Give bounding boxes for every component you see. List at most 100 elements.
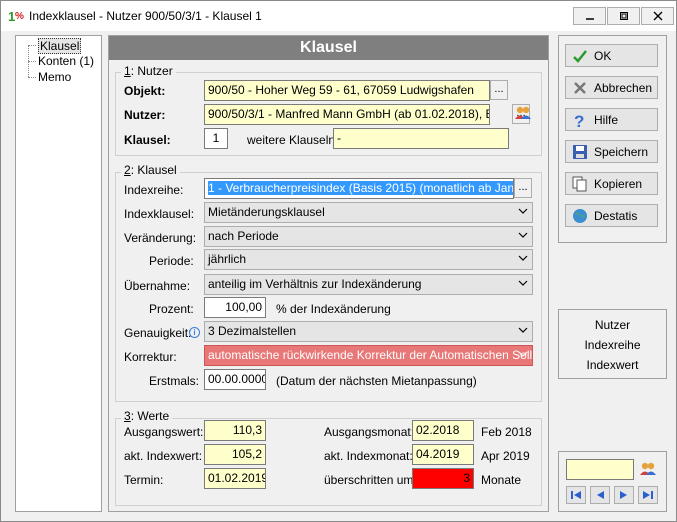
weitere-klauseln-label: weitere Klauseln: xyxy=(247,133,339,147)
chevron-down-icon xyxy=(518,255,528,261)
abbrechen-button[interactable]: Abbrechen xyxy=(565,76,658,99)
ueberschritten-label: überschritten um: xyxy=(324,473,417,487)
werte-group-title: 3: Werte xyxy=(121,409,173,423)
objekt-field[interactable]: 900/50 - Hoher Weg 59 - 61, 67059 Ludwig… xyxy=(204,80,490,101)
last-record-button[interactable] xyxy=(638,486,658,504)
prozent-field[interactable]: 100,00 xyxy=(204,297,266,318)
window-title: Indexklausel - Nutzer 900/50/3/1 - Klaus… xyxy=(29,9,262,23)
chevron-down-icon xyxy=(518,351,528,357)
nav-nutzer[interactable]: Nutzer xyxy=(559,318,666,332)
record-search-field[interactable] xyxy=(566,459,634,480)
erstmals-note: (Datum der nächsten Mietanpassung) xyxy=(276,374,477,388)
save-icon xyxy=(572,144,588,160)
prozent-label: Prozent: xyxy=(149,302,194,316)
ausgangswert-label: Ausgangswert: xyxy=(124,425,204,439)
info-icon[interactable]: i xyxy=(189,327,200,338)
akt-indexmonat-label: akt. Indexmonat: xyxy=(324,449,413,463)
indexreihe-field[interactable]: 1 - Verbraucherpreisindex (Basis 2015) (… xyxy=(204,178,514,199)
panel-title: Klausel xyxy=(109,36,548,60)
ueberschritten-field[interactable]: 3 xyxy=(412,468,474,489)
title-bar: 1 % Indexklausel - Nutzer 900/50/3/1 - K… xyxy=(1,1,676,31)
ausgangswert-field[interactable]: 110,3 xyxy=(204,420,266,441)
tree-item-klausel[interactable]: Klausel xyxy=(38,38,82,54)
chevron-down-icon xyxy=(518,280,528,286)
erstmals-field[interactable]: 00.00.0000 xyxy=(204,369,266,390)
nutzer-label: Nutzer: xyxy=(124,108,166,122)
tree-item-memo[interactable]: Memo xyxy=(38,70,71,84)
tree-item-konten[interactable]: Konten (1) xyxy=(38,54,94,68)
objekt-label: Objekt: xyxy=(124,84,166,98)
chevron-down-icon xyxy=(518,232,528,238)
veraenderung-label: Veränderung: xyxy=(124,231,197,245)
korrektur-select[interactable]: automatische rückwirkende Korrektur der … xyxy=(204,345,533,366)
ok-button[interactable]: OK xyxy=(565,44,658,67)
close-button[interactable] xyxy=(641,7,674,25)
kopieren-button[interactable]: Kopieren xyxy=(565,172,658,195)
ausgangsmonat-text: Feb 2018 xyxy=(481,425,532,439)
genauigkeit-select[interactable]: 3 Dezimalstellen xyxy=(204,321,533,342)
weitere-klauseln-field[interactable]: - xyxy=(333,128,509,149)
svg-text:%: % xyxy=(15,11,24,22)
erstmals-label: Erstmals: xyxy=(149,374,200,388)
ueberschritten-unit: Monate xyxy=(481,473,522,487)
previous-icon xyxy=(597,491,604,499)
akt-indexwert-label: akt. Indexwert: xyxy=(124,449,203,463)
checkmark-icon xyxy=(572,48,588,64)
destatis-button[interactable]: Destatis xyxy=(565,204,658,227)
indexklausel-window: 1 % Indexklausel - Nutzer 900/50/3/1 - K… xyxy=(0,0,677,522)
periode-select[interactable]: jährlich xyxy=(204,249,533,270)
nutzer-group-title: 1: Nutzer xyxy=(121,64,176,78)
last-icon xyxy=(643,491,653,499)
objekt-browse-button[interactable]: ... xyxy=(490,80,508,100)
cancel-icon xyxy=(572,80,588,96)
users-icon[interactable] xyxy=(514,104,534,124)
users-icon[interactable] xyxy=(639,460,659,480)
termin-label: Termin: xyxy=(124,473,164,487)
uebernahme-label: Übernahme: xyxy=(124,279,191,293)
svg-text:?: ? xyxy=(574,112,584,128)
klausel-number-field[interactable]: 1 xyxy=(204,128,228,149)
ausgangsmonat-label: Ausgangsmonat: xyxy=(324,425,415,439)
nutzer-field[interactable]: 900/50/3/1 - Manfred Mann GmbH (ab 01.02… xyxy=(204,104,490,125)
akt-indexwert-field[interactable]: 105,2 xyxy=(204,444,266,465)
record-navigation-box xyxy=(558,451,667,512)
klausel-group-title: 2: Klausel xyxy=(121,163,180,177)
tree-connector xyxy=(28,61,36,62)
speichern-button[interactable]: Speichern xyxy=(565,140,658,163)
indexklausel-select[interactable]: Mietänderungsklausel xyxy=(204,202,533,223)
indexreihe-browse-button[interactable]: ... xyxy=(514,178,532,198)
previous-record-button[interactable] xyxy=(590,486,610,504)
chevron-down-icon xyxy=(518,208,528,214)
akt-indexmonat-text: Apr 2019 xyxy=(481,449,530,463)
next-icon xyxy=(620,491,627,499)
ausgangsmonat-field[interactable]: 02.2018 xyxy=(412,420,474,441)
globe-icon xyxy=(572,208,588,224)
navigation-tree: Klausel Konten (1) Memo xyxy=(15,35,102,512)
prozent-suffix: % der Indexänderung xyxy=(276,302,391,316)
termin-field[interactable]: 01.02.2019 xyxy=(204,468,266,489)
tree-connector xyxy=(28,45,36,46)
akt-indexmonat-field[interactable]: 04.2019 xyxy=(412,444,474,465)
maximize-button[interactable] xyxy=(607,7,640,25)
uebernahme-select[interactable]: anteilig im Verhältnis zur Indexänderung xyxy=(204,274,533,295)
first-record-button[interactable] xyxy=(566,486,586,504)
hilfe-button[interactable]: ? Hilfe xyxy=(565,108,658,131)
genauigkeit-label: Genauigkeit: xyxy=(124,326,192,340)
nav-indexreihe[interactable]: Indexreihe xyxy=(559,338,666,352)
next-record-button[interactable] xyxy=(614,486,634,504)
minimize-button[interactable] xyxy=(573,7,606,25)
veraenderung-select[interactable]: nach Periode xyxy=(204,226,533,247)
indexklausel-label: Indexklausel: xyxy=(124,207,195,221)
app-icon: 1 % xyxy=(7,7,25,25)
korrektur-label: Korrektur: xyxy=(124,350,177,364)
first-icon xyxy=(571,491,581,499)
chevron-down-icon xyxy=(518,327,528,333)
copy-icon xyxy=(572,176,588,192)
help-icon: ? xyxy=(572,112,588,128)
indexreihe-label: Indexreihe: xyxy=(124,183,184,197)
nav-indexwert[interactable]: Indexwert xyxy=(559,358,666,372)
navigation-info-box: Nutzer Indexreihe Indexwert xyxy=(558,309,667,379)
periode-label: Periode: xyxy=(149,254,194,268)
klausel-panel: Klausel 1: Nutzer Objekt: 900/50 - Hoher… xyxy=(108,35,549,512)
tree-connector xyxy=(28,77,36,78)
